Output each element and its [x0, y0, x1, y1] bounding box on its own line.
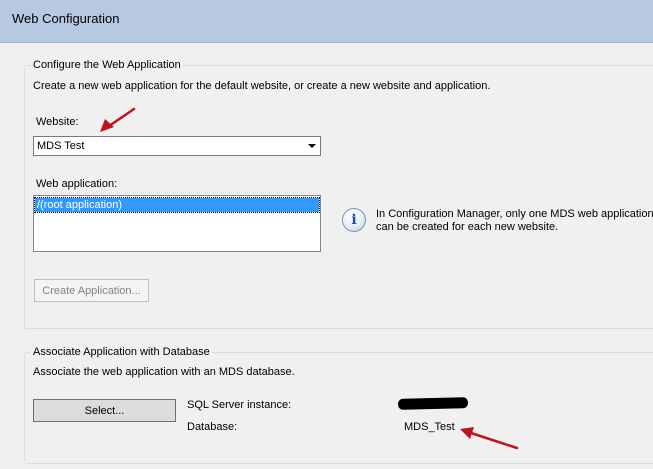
info-message-line: In Configuration Manager, only one MDS w…	[376, 208, 653, 220]
website-dropdown[interactable]: MDS Test	[33, 136, 321, 156]
info-icon: i	[342, 208, 366, 232]
db-description: Associate the web application with an MD…	[33, 366, 295, 378]
info-message: In Configuration Manager, only one MDS w…	[376, 208, 653, 234]
page-title: Web Configuration	[12, 11, 120, 26]
select-button[interactable]: Select...	[33, 399, 176, 422]
list-item-label: /(root application)	[37, 199, 122, 211]
create-application-button[interactable]: Create Application...	[34, 279, 149, 302]
db-group-title: Associate Application with Database	[31, 345, 212, 359]
web-application-label: Web application:	[36, 178, 118, 190]
database-value: MDS_Test	[404, 421, 455, 433]
dropdown-button[interactable]	[304, 137, 320, 155]
redaction-mark	[397, 397, 469, 410]
web-application-list[interactable]: /(root application)	[33, 195, 321, 252]
website-dropdown-value: MDS Test	[37, 140, 85, 152]
chevron-down-icon	[308, 144, 316, 148]
page-header: Web Configuration	[0, 0, 653, 43]
web-app-description: Create a new web application for the def…	[33, 80, 491, 92]
sql-instance-label: SQL Server instance:	[187, 399, 292, 411]
list-item[interactable]: /(root application)	[34, 197, 320, 213]
web-app-group-title: Configure the Web Application	[31, 58, 183, 72]
database-label: Database:	[187, 421, 238, 433]
info-message-line: can be created for each new website.	[376, 221, 559, 233]
website-label: Website:	[36, 116, 79, 128]
